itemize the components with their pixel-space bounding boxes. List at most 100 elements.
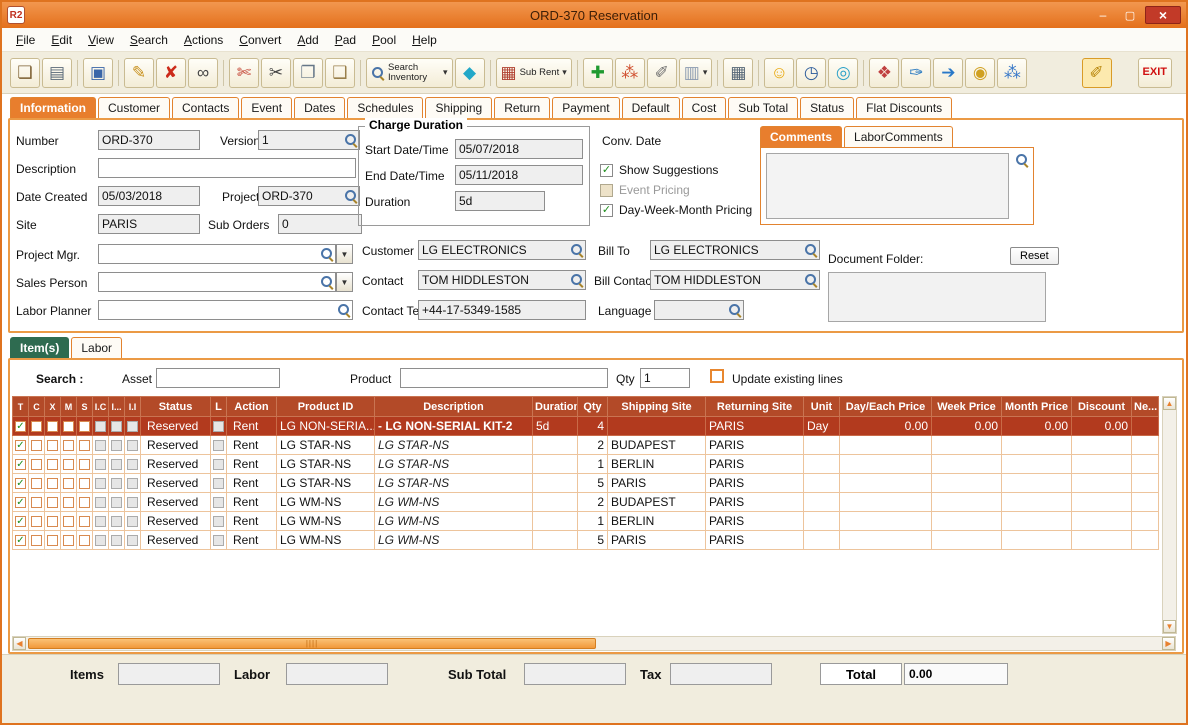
tab-sub-total[interactable]: Sub Total [728,97,798,118]
horizontal-scroll-thumb[interactable] [28,638,596,649]
sales-person-field[interactable] [98,272,336,292]
customer-search-icon[interactable] [570,243,584,257]
customer-field[interactable] [418,240,586,260]
scroll-down-button[interactable]: ▼ [1163,620,1176,633]
i-dots-checkbox[interactable] [111,421,122,432]
m-checkbox[interactable] [63,440,74,451]
x-checkbox[interactable] [47,516,58,527]
print-button[interactable]: ▤ [42,58,72,88]
i-c-checkbox[interactable] [95,440,106,451]
bill-contact-field[interactable] [650,270,820,290]
asset-input[interactable] [156,368,280,388]
l-checkbox[interactable] [213,497,224,508]
column-header-i[interactable]: I... [109,397,125,417]
project-mgr-dropdown-button[interactable]: ▼ [336,244,353,264]
i-i-checkbox[interactable] [127,497,138,508]
tab-payment[interactable]: Payment [552,97,619,118]
copy-button[interactable]: ❐ [293,58,323,88]
cut-button[interactable]: ✂ [261,58,291,88]
x-checkbox[interactable] [47,497,58,508]
t-checkbox[interactable]: ✓ [15,478,26,489]
close-button[interactable]: × [1145,6,1181,24]
event-pricing-checkbox[interactable] [600,184,613,197]
scroll-left-button[interactable]: ◀ [13,637,26,650]
labor-planner-field[interactable] [98,300,353,320]
product-input[interactable] [400,368,608,388]
rubik-balls-button[interactable]: ⁂ [997,58,1027,88]
s-checkbox[interactable] [79,535,90,546]
column-header-returning-site[interactable]: Returning Site [706,397,804,417]
m-checkbox[interactable] [63,516,74,527]
i-c-checkbox[interactable] [95,478,106,489]
i-i-checkbox[interactable] [127,478,138,489]
color-cubes-button[interactable]: ❖ [869,58,899,88]
total-field[interactable] [904,663,1008,685]
exit-button[interactable]: EXIT [1138,58,1172,88]
vertical-scrollbar[interactable]: ▲ ▼ [1162,396,1177,634]
column-header-i-c[interactable]: I.C [93,397,109,417]
i-i-checkbox[interactable] [127,440,138,451]
column-header-qty[interactable]: Qty [578,397,608,417]
menu-item-view[interactable]: View [80,31,122,49]
i-dots-checkbox[interactable] [111,459,122,470]
show-suggestions-checkbox[interactable]: ✓ [600,164,613,177]
column-header-status[interactable]: Status [141,397,211,417]
x-checkbox[interactable] [47,535,58,546]
i-dots-checkbox[interactable] [111,535,122,546]
day-week-month-pricing-checkbox[interactable]: ✓ [600,204,613,217]
column-header-day-each-price[interactable]: Day/Each Price [840,397,932,417]
maximize-button[interactable]: ▢ [1118,6,1142,24]
tab-item-s[interactable]: Item(s) [10,337,69,358]
column-header-c[interactable]: C [29,397,45,417]
i-i-checkbox[interactable] [127,516,138,527]
edit-note-button[interactable]: ✐ [647,58,677,88]
i-i-checkbox[interactable] [127,535,138,546]
scroll-up-button[interactable]: ▲ [1163,397,1176,410]
menu-item-actions[interactable]: Actions [176,31,231,49]
find-binoculars-button[interactable]: ∞ [188,58,218,88]
column-header-i-i[interactable]: I.I [125,397,141,417]
cd-disk-button[interactable]: ◎ [828,58,858,88]
update-existing-lines-checkbox[interactable] [710,369,724,383]
c-checkbox[interactable] [31,478,42,489]
i-dots-checkbox[interactable] [111,516,122,527]
number-field[interactable] [98,130,200,150]
export-sheet-button[interactable]: ✄ [229,58,259,88]
m-checkbox[interactable] [63,478,74,489]
s-checkbox[interactable] [79,459,90,470]
project-mgr-field[interactable] [98,244,336,264]
l-checkbox[interactable] [213,459,224,470]
bill-contact-search-icon[interactable] [804,273,818,287]
coins-button[interactable]: ◉ [965,58,995,88]
column-header-l[interactable]: L [211,397,227,417]
m-checkbox[interactable] [63,535,74,546]
delete-button[interactable]: ✘ [156,58,186,88]
i-c-checkbox[interactable] [95,421,106,432]
tab-customer[interactable]: Customer [98,97,170,118]
tab-labor[interactable]: Labor [71,337,122,358]
column-header-x[interactable]: X [45,397,61,417]
c-checkbox[interactable] [31,497,42,508]
tab-flat-discounts[interactable]: Flat Discounts [856,97,952,118]
m-checkbox[interactable] [63,497,74,508]
sub-total-field[interactable] [524,663,626,685]
add-item-button[interactable]: ✚ [583,58,613,88]
menu-item-search[interactable]: Search [122,31,176,49]
tab-return[interactable]: Return [494,97,550,118]
tax-field[interactable] [670,663,772,685]
column-header-m[interactable]: M [61,397,77,417]
items-total-field[interactable] [118,663,220,685]
project-mgr-search-icon[interactable] [320,247,334,261]
column-header-discount[interactable]: Discount [1072,397,1132,417]
i-c-checkbox[interactable] [95,459,106,470]
search-inventory-button[interactable]: Search Inventory▾ [366,58,453,88]
table-row[interactable]: ✓ReservedRentLG NON-SERIA...- LG NON-SER… [13,417,1159,436]
menu-item-pool[interactable]: Pool [364,31,404,49]
l-checkbox[interactable] [213,421,224,432]
x-checkbox[interactable] [47,459,58,470]
table-row[interactable]: ✓ReservedRentLG WM-NSLG WM-NS2BUDAPESTPA… [13,493,1159,512]
tab-dates[interactable]: Dates [294,97,345,118]
i-c-checkbox[interactable] [95,516,106,527]
x-checkbox[interactable] [47,440,58,451]
i-c-checkbox[interactable] [95,497,106,508]
